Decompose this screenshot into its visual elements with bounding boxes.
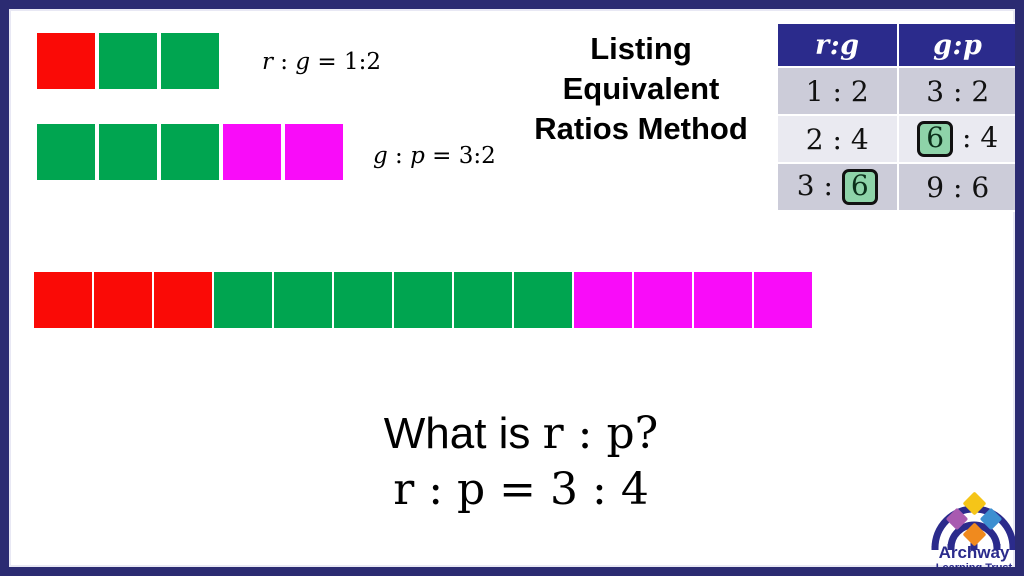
table-header-gp-right: p [962, 29, 983, 61]
table-cell-gp-1: 3 : 2 [898, 68, 1015, 114]
bar-block-green [394, 272, 452, 328]
ratio-label-gp: g : p = 3:2 [373, 143, 496, 169]
equivalent-ratios-table: r:g g:p 1 : 2 3 : 2 2 : 4 6 : 4 3 : 6 9 … [776, 22, 1015, 212]
bar-block-magenta [574, 272, 632, 328]
table-header-gp-sep: : [952, 29, 963, 61]
table-header-rg-left: r [814, 29, 830, 61]
archway-learning-trust-logo: Archway Learning Trust [925, 486, 1015, 574]
page-title: Listing Equivalent Ratios Method [512, 29, 770, 149]
bar-block-magenta [285, 124, 343, 180]
highlighted-value: 6 [841, 168, 878, 206]
question-prompt-end: ? [634, 408, 659, 459]
question-prompt-math: r : p [542, 408, 635, 459]
bar-block-magenta [634, 272, 692, 328]
page-title-line-3: Ratios Method [534, 111, 748, 146]
ratio-label-rg: r : g = 1:2 [262, 49, 381, 75]
ratio-label-rg-value: 1:2 [344, 49, 382, 75]
ratio-label-rg-right: g [295, 49, 311, 75]
ratio-label-gp-right: p [410, 143, 425, 169]
logo-name-bottom: Learning Trust [935, 562, 1013, 574]
cell-value-b: 6 [971, 170, 990, 204]
bar-block-green [334, 272, 392, 328]
cell-sep: : [944, 170, 972, 204]
ratio-label-rg-equals: = [310, 49, 345, 75]
bar-block-green [99, 124, 157, 180]
cell-value-b: 4 [850, 122, 869, 156]
cell-sep: : [814, 168, 842, 202]
ratio-label-gp-left: g [373, 143, 388, 169]
bar-block-green [99, 33, 157, 89]
bar-block-magenta [754, 272, 812, 328]
cell-value-a: 3 [926, 74, 945, 108]
question-block: What is r : p? r : p = 3 : 4 [9, 407, 1015, 519]
bar-block-red [34, 272, 92, 328]
bar-block-green [161, 33, 219, 89]
table-cell-rg-2: 2 : 4 [778, 116, 897, 162]
ratio-label-rg-sep: : [273, 49, 296, 75]
table-row: 2 : 4 6 : 4 [778, 116, 1015, 162]
bar-model-row-2 [37, 124, 347, 180]
bar-block-green [274, 272, 332, 328]
bar-block-magenta [223, 124, 281, 180]
ratio-label-gp-value: 3:2 [458, 143, 496, 169]
slide-canvas: r : g = 1:2 g : p = 3:2 Listing Equivale… [0, 0, 1024, 576]
table-head: r:g g:p [778, 24, 1015, 66]
question-prompt-text: What is [383, 409, 543, 458]
table-cell-gp-2: 6 : 4 [898, 116, 1015, 162]
bar-block-green [514, 272, 572, 328]
table-header-gp: g:p [898, 24, 1015, 66]
cell-value-a: 3 [796, 168, 815, 202]
cell-sep: : [953, 120, 981, 154]
cell-value-a: 9 [926, 170, 945, 204]
bar-block-red [37, 33, 95, 89]
cell-value-b: 4 [980, 120, 999, 154]
table-header-gp-left: g [933, 29, 953, 61]
bar-block-green [161, 124, 219, 180]
page-title-line-2: Equivalent [562, 71, 720, 106]
question-prompt: What is r : p? [9, 407, 1015, 461]
bar-model-row-combined [34, 272, 814, 328]
bar-block-magenta [694, 272, 752, 328]
bar-block-red [154, 272, 212, 328]
table-header-rg-right: g [840, 29, 860, 61]
bar-block-green [37, 124, 95, 180]
cell-value-b: 2 [850, 74, 869, 108]
table-body: 1 : 2 3 : 2 2 : 4 6 : 4 3 : 6 9 : 6 [778, 68, 1015, 210]
cell-sep: : [944, 74, 972, 108]
cell-sep: : [823, 74, 851, 108]
table-header-rg-sep: : [829, 29, 841, 61]
highlighted-value: 6 [917, 120, 954, 158]
cell-value-b: 2 [971, 74, 990, 108]
table-header-row: r:g g:p [778, 24, 1015, 66]
table-cell-rg-3: 3 : 6 [778, 164, 897, 210]
table-cell-gp-3: 9 : 6 [898, 164, 1015, 210]
ratio-label-rg-left: r [262, 49, 273, 75]
question-answer: r : p = 3 : 4 [393, 464, 649, 515]
table-header-rg: r:g [778, 24, 897, 66]
cell-sep: : [823, 122, 851, 156]
cell-value-a: 1 [805, 74, 824, 108]
bar-block-red [94, 272, 152, 328]
bar-block-green [214, 272, 272, 328]
table-row: 3 : 6 9 : 6 [778, 164, 1015, 210]
table-cell-rg-1: 1 : 2 [778, 68, 897, 114]
cell-value-a: 2 [805, 122, 824, 156]
page-title-line-1: Listing [590, 31, 692, 66]
bar-model-row-1 [37, 33, 223, 89]
ratio-label-gp-sep: : [387, 143, 411, 169]
bar-block-green [454, 272, 512, 328]
table-row: 1 : 2 3 : 2 [778, 68, 1015, 114]
ratio-label-gp-equals: = [424, 143, 459, 169]
logo-name-top: Archway [938, 543, 1010, 562]
